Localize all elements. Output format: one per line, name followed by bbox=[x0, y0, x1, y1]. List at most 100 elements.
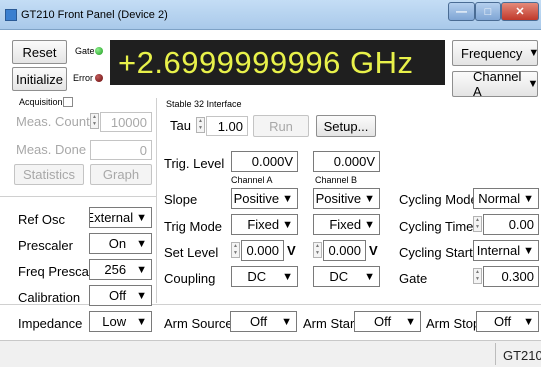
prescaler-value: On bbox=[108, 236, 127, 251]
cycling-start-label: Cycling Start bbox=[399, 245, 473, 260]
cycling-start-dropdown[interactable]: Internal ▼ bbox=[473, 240, 539, 261]
chevron-down-icon: ▼ bbox=[405, 315, 416, 328]
arm-start-dropdown[interactable]: Off ▼ bbox=[354, 311, 421, 332]
channel-b-trig-mode-value: Fixed bbox=[329, 217, 362, 232]
ref-osc-label: Ref Osc bbox=[18, 212, 65, 227]
channel-b-header: Channel B bbox=[315, 175, 358, 185]
window-title: GT210 Front Panel (Device 2) bbox=[21, 9, 168, 21]
chevron-down-icon: ▼ bbox=[136, 263, 147, 276]
channel-a-set-level-spinner[interactable]: ▲ ▼ bbox=[231, 242, 240, 258]
maximize-icon: □ bbox=[484, 5, 492, 18]
chevron-down-icon: ▼ bbox=[364, 270, 375, 283]
frequency-button-label: Frequency bbox=[461, 45, 523, 61]
channel-a-coupling-dropdown[interactable]: DC ▼ bbox=[231, 266, 298, 287]
meas-count-spinner[interactable]: ▲ ▼ bbox=[90, 113, 99, 129]
reset-button[interactable]: Reset bbox=[12, 40, 67, 64]
arm-source-value: Off bbox=[250, 314, 268, 329]
minimize-button[interactable]: — bbox=[448, 2, 475, 21]
gate-time-field[interactable]: 0.300 bbox=[483, 266, 539, 287]
graph-button[interactable]: Graph bbox=[90, 164, 152, 185]
tau-spinner[interactable]: ▲ ▼ bbox=[196, 117, 205, 133]
interface-title: Stable 32 Interface bbox=[166, 99, 242, 109]
channel-a-coupling-value: DC bbox=[247, 269, 267, 284]
meas-count-field[interactable]: 10000 bbox=[100, 112, 152, 132]
trig-level-label: Trig. Level bbox=[164, 156, 225, 171]
set-level-label: Set Level bbox=[164, 245, 219, 260]
acquisition-checkbox[interactable] bbox=[63, 97, 73, 107]
freq-prescale-dropdown[interactable]: 256 ▼ bbox=[89, 259, 152, 280]
prescaler-dropdown[interactable]: On ▼ bbox=[89, 233, 152, 254]
chevron-down-icon: ▼ bbox=[136, 211, 147, 224]
chevron-down-icon: ▼ bbox=[364, 192, 375, 205]
meas-done-field: 0 bbox=[90, 140, 152, 160]
channel-b-trig-level[interactable]: 0.000V bbox=[313, 151, 380, 172]
channel-b-slope-dropdown[interactable]: Positive ▼ bbox=[313, 188, 380, 209]
arm-stop-value: Off bbox=[494, 314, 512, 329]
channel-a-trig-mode-dropdown[interactable]: Fixed ▼ bbox=[231, 214, 298, 235]
ref-osc-dropdown[interactable]: External ▼ bbox=[89, 207, 152, 228]
channel-a-slope-dropdown[interactable]: Positive ▼ bbox=[231, 188, 298, 209]
tau-field[interactable]: 1.00 bbox=[206, 116, 248, 136]
channel-b-set-level-field[interactable]: 0.000 bbox=[323, 240, 366, 261]
acquisition-label: Acquisition bbox=[19, 97, 63, 107]
channel-b-trig-mode-dropdown[interactable]: Fixed ▼ bbox=[313, 214, 380, 235]
chevron-down-icon: ▼ bbox=[527, 78, 539, 90]
freq-prescale-label: Freq Prescale bbox=[18, 264, 99, 279]
channel-b-unit: V bbox=[369, 243, 378, 258]
frequency-button[interactable]: Frequency ▼ bbox=[452, 40, 539, 66]
channel-a-unit: V bbox=[287, 243, 296, 258]
tau-label: Tau bbox=[170, 118, 191, 133]
meas-done-label: Meas. Done bbox=[16, 142, 87, 157]
status-device-name: GT210 bbox=[503, 348, 541, 363]
status-separator bbox=[495, 343, 496, 365]
chevron-down-icon: ▼ bbox=[523, 315, 534, 328]
calibration-dropdown[interactable]: Off ▼ bbox=[89, 285, 152, 306]
chevron-down-icon: ▼ bbox=[523, 192, 534, 205]
maximize-button[interactable]: □ bbox=[475, 2, 501, 21]
cycling-time-field[interactable]: 0.00 bbox=[483, 214, 539, 235]
gate-led bbox=[95, 47, 103, 55]
slope-label: Slope bbox=[164, 192, 198, 207]
arm-source-label: Arm Source bbox=[164, 316, 233, 331]
initialize-button[interactable]: Initialize bbox=[12, 67, 67, 91]
arm-source-dropdown[interactable]: Off ▼ bbox=[230, 311, 297, 332]
chevron-down-icon: ▼ bbox=[136, 315, 147, 328]
trig-mode-label: Trig Mode bbox=[164, 219, 223, 234]
channel-b-coupling-dropdown[interactable]: DC ▼ bbox=[313, 266, 380, 287]
close-icon: ✕ bbox=[515, 6, 525, 18]
channel-button[interactable]: Channel A ▼ bbox=[452, 69, 539, 99]
arm-stop-label: Arm Stop bbox=[426, 316, 481, 331]
setup-button[interactable]: Setup... bbox=[316, 115, 376, 137]
chevron-down-icon: ▼ bbox=[136, 289, 147, 302]
impedance-dropdown[interactable]: Low ▼ bbox=[89, 311, 152, 332]
frequency-display: +2.6999999996 GHz bbox=[110, 40, 445, 85]
cycling-mode-value: Normal bbox=[478, 191, 521, 206]
channel-b-set-level-spinner[interactable]: ▲ ▼ bbox=[313, 242, 322, 258]
cycling-mode-dropdown[interactable]: Normal ▼ bbox=[473, 188, 539, 209]
channel-a-set-level-field[interactable]: 0.000 bbox=[241, 240, 284, 261]
error-led bbox=[95, 74, 103, 82]
cycling-start-value: Internal bbox=[476, 243, 521, 258]
channel-button-label: Channel A bbox=[473, 69, 522, 99]
close-button[interactable]: ✕ bbox=[501, 2, 539, 21]
statistics-button[interactable]: Statistics bbox=[14, 164, 84, 185]
channel-a-trig-level[interactable]: 0.000V bbox=[231, 151, 298, 172]
impedance-label: Impedance bbox=[18, 316, 83, 331]
arm-start-value: Off bbox=[374, 314, 392, 329]
status-bar bbox=[0, 340, 541, 367]
chevron-down-icon: ▼ bbox=[282, 218, 293, 231]
chevron-down-icon: ▼ bbox=[282, 192, 293, 205]
horizontal-separator bbox=[0, 196, 156, 197]
cycling-time-spinner[interactable]: ▲ ▼ bbox=[473, 216, 482, 232]
channel-a-slope-value: Positive bbox=[233, 191, 280, 206]
gate-time-spinner[interactable]: ▲ ▼ bbox=[473, 268, 482, 284]
chevron-down-icon: ▼ bbox=[364, 218, 375, 231]
meas-count-label: Meas. Count bbox=[16, 114, 90, 129]
run-button[interactable]: Run bbox=[253, 115, 309, 137]
chevron-down-icon: ▼ bbox=[281, 315, 292, 328]
chevron-down-icon: ▼ bbox=[523, 244, 534, 257]
channel-a-trig-mode-value: Fixed bbox=[247, 217, 280, 232]
channel-b-coupling-value: DC bbox=[329, 269, 349, 284]
arm-stop-dropdown[interactable]: Off ▼ bbox=[476, 311, 539, 332]
app-icon bbox=[5, 9, 17, 21]
